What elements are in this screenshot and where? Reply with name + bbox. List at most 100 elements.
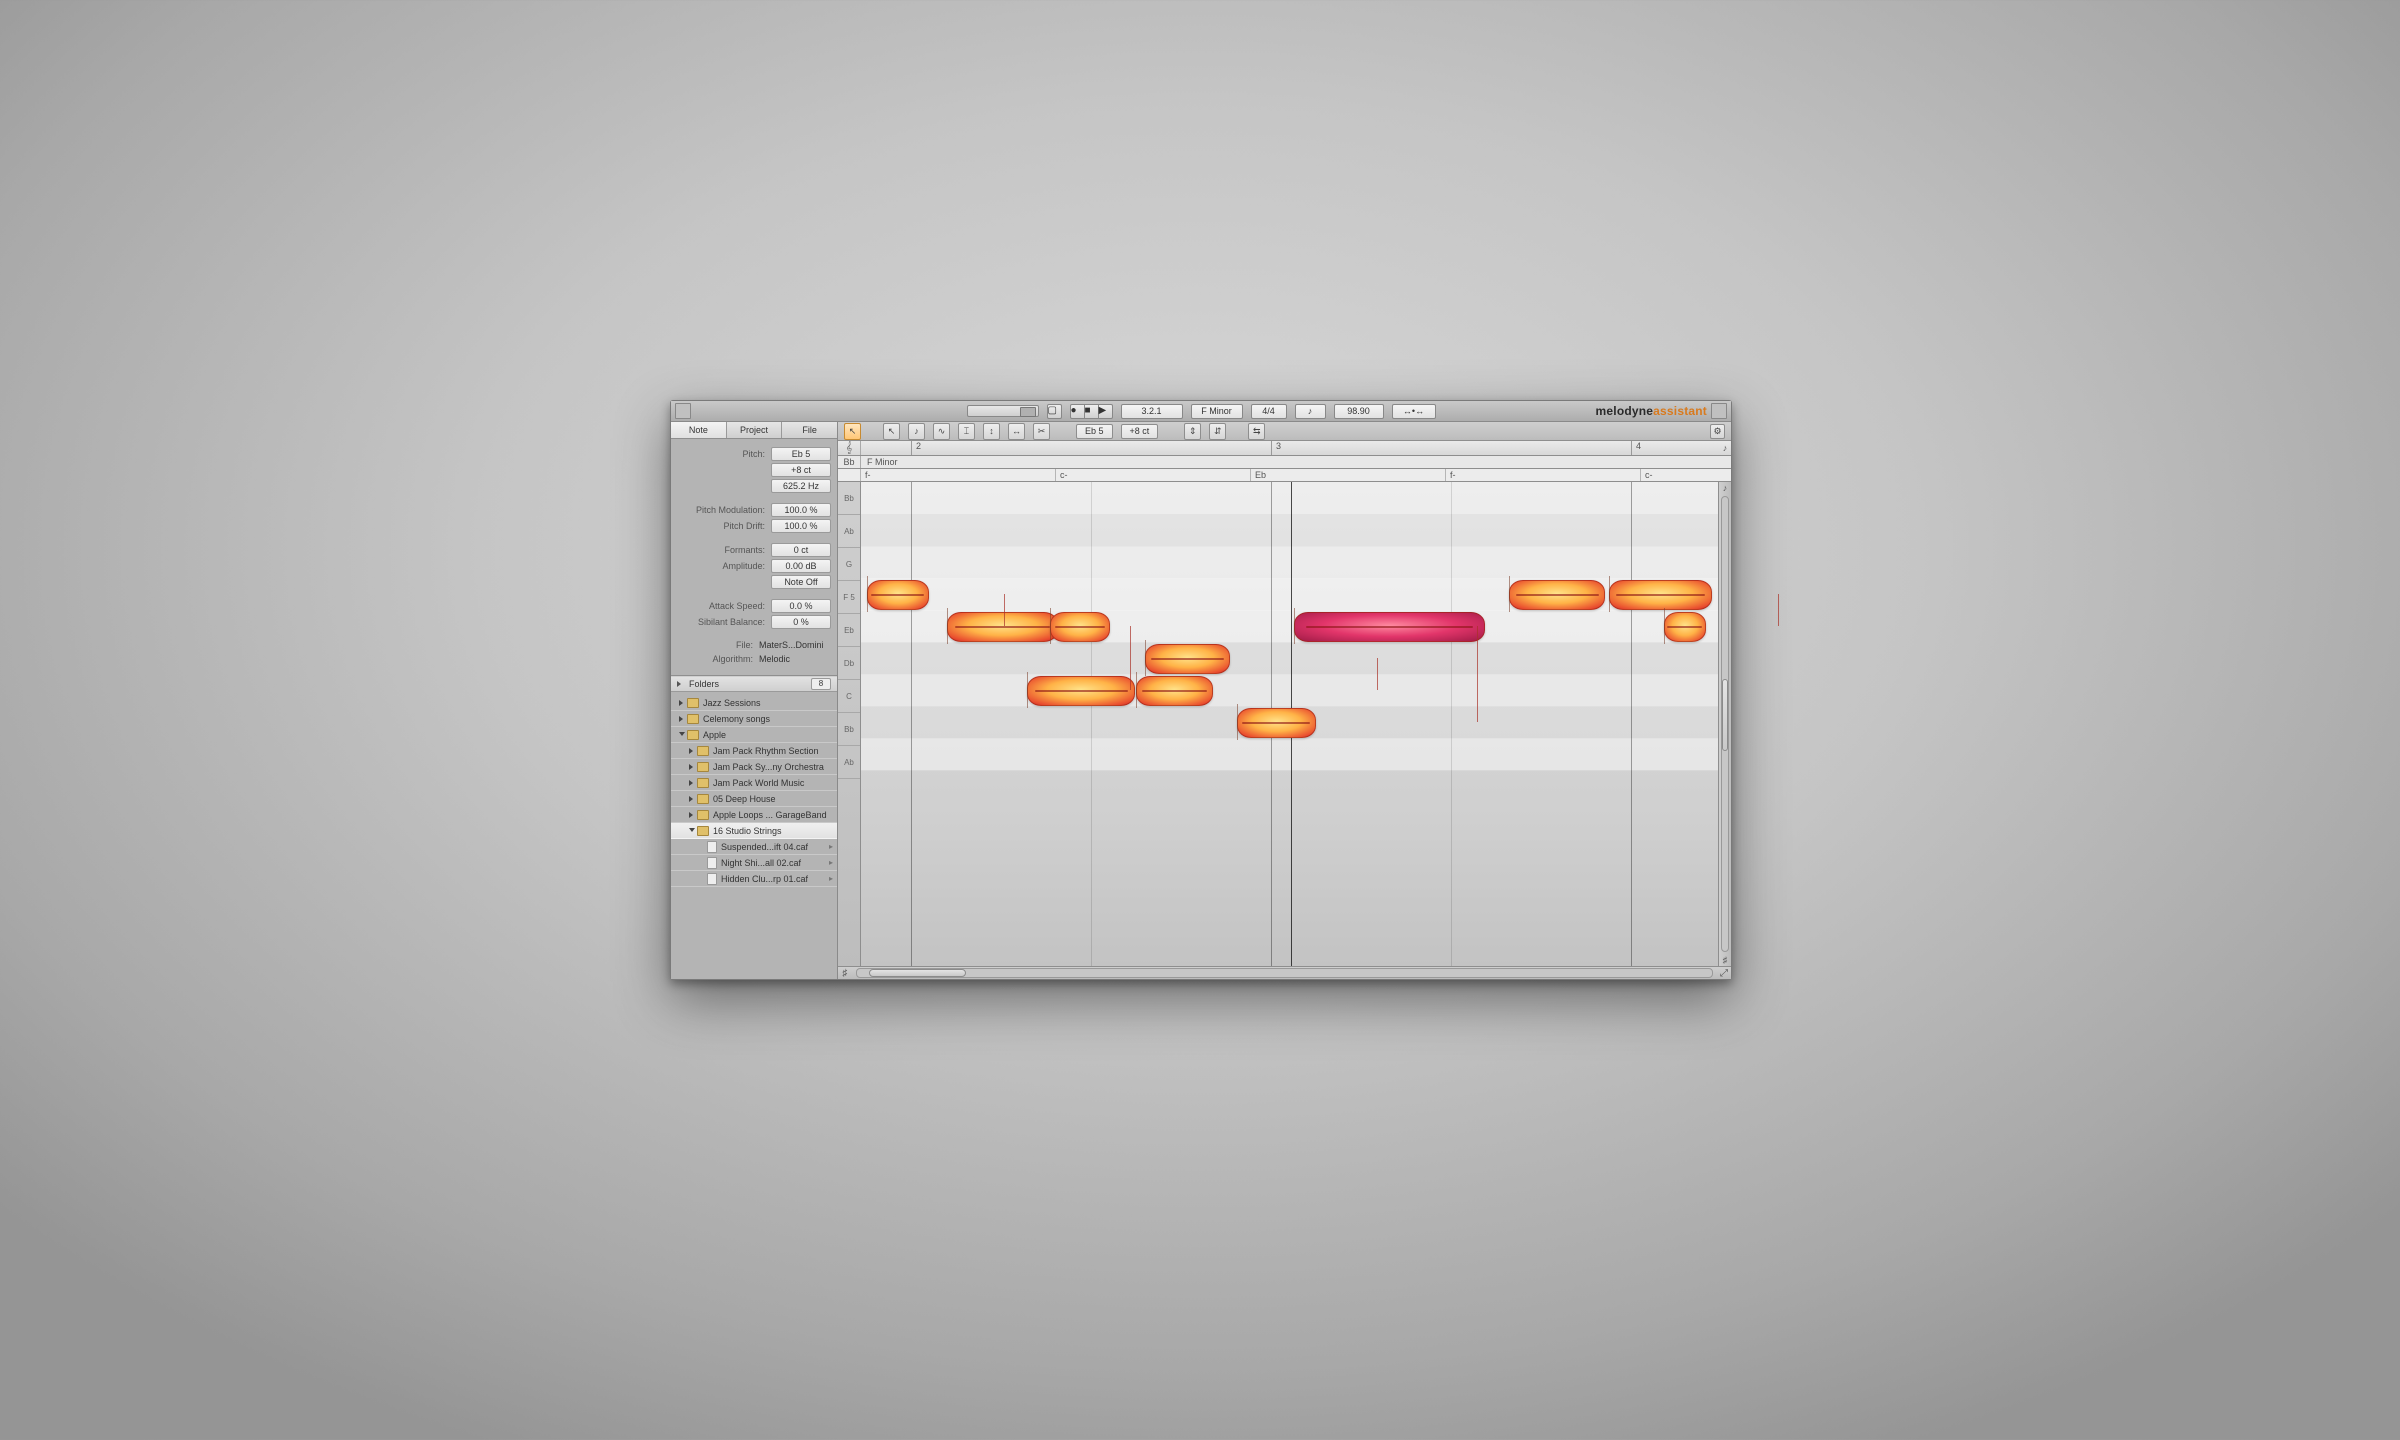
position-display[interactable]: 3.2.1 bbox=[1121, 404, 1183, 419]
horizontal-scrollbar[interactable]: ♯ ⤢ bbox=[838, 966, 1731, 979]
note-blob[interactable] bbox=[1664, 612, 1706, 642]
cents-readout[interactable]: +8 ct bbox=[1791, 882, 1829, 897]
disclosure-triangle-icon[interactable] bbox=[679, 716, 685, 722]
folder-row[interactable]: Celemony songs bbox=[671, 711, 837, 727]
stop-button[interactable]: ■ bbox=[1085, 404, 1099, 419]
correct-pitch-drift[interactable]: ⇵ bbox=[1209, 423, 1226, 440]
pitch-label[interactable]: Bb bbox=[838, 713, 860, 746]
note-blob[interactable] bbox=[1815, 646, 1900, 676]
file-row[interactable]: Night Shi...all 02.caf▸ bbox=[671, 855, 837, 871]
quantize-time[interactable]: ⇆ bbox=[1918, 881, 1935, 898]
formants-field[interactable]: 0 ct bbox=[771, 543, 831, 557]
timesig-display[interactable]: 4/4 bbox=[1251, 404, 1287, 419]
key-display[interactable]: F Minor bbox=[1191, 404, 1243, 419]
disclosure-triangle-icon[interactable] bbox=[699, 860, 705, 866]
pitch-tool[interactable]: ♪ bbox=[908, 423, 925, 440]
note-blob[interactable] bbox=[1609, 580, 1711, 610]
note-blob[interactable] bbox=[1136, 676, 1213, 706]
tab-note[interactable]: Note bbox=[671, 422, 727, 438]
note-readout[interactable]: Eb 5 bbox=[1746, 882, 1783, 897]
note-off-button[interactable]: Note Off bbox=[771, 575, 831, 589]
correct-pitch-center[interactable]: ⇕ bbox=[1854, 881, 1871, 898]
file-row[interactable]: Suspended...ift 04.caf▸ bbox=[671, 839, 837, 855]
chord-ruler[interactable]: f-c-Ebf-c- bbox=[838, 469, 1731, 482]
correct-pitch-center[interactable]: ⇕ bbox=[1184, 423, 1201, 440]
folder-row[interactable]: Jam Pack Sy...ny Orchestra bbox=[671, 759, 837, 775]
stop-button[interactable]: ■ bbox=[1755, 902, 1769, 917]
disclosure-triangle-icon[interactable] bbox=[689, 796, 695, 802]
attack-field[interactable]: 0.0 % bbox=[771, 599, 831, 613]
pitch-hz-field[interactable]: 625.2 Hz bbox=[771, 479, 831, 493]
vscroll-thumb[interactable] bbox=[2392, 569, 2398, 641]
folder-row[interactable]: Apple bbox=[671, 727, 837, 743]
note-blob[interactable] bbox=[1145, 644, 1230, 674]
chord-cell[interactable]: c- bbox=[1640, 469, 1653, 481]
pitch-label[interactable]: Db bbox=[838, 647, 860, 680]
disclosure-triangle-icon[interactable] bbox=[689, 748, 695, 754]
note-blob[interactable] bbox=[1050, 612, 1109, 642]
folder-row[interactable]: 16 Studio Strings bbox=[671, 823, 837, 839]
disclosure-triangle-icon[interactable] bbox=[689, 764, 695, 770]
quantize-time[interactable]: ⇆ bbox=[1248, 423, 1265, 440]
tempo-display[interactable]: 98.90 bbox=[1334, 404, 1384, 419]
file-row[interactable]: Hidden Clu...rp 01.caf▸ bbox=[671, 871, 837, 887]
main-tool[interactable]: ↖ bbox=[844, 423, 861, 440]
chord-cell[interactable]: Eb bbox=[1920, 839, 1936, 851]
chord-cell[interactable]: Eb bbox=[1250, 469, 1266, 481]
amplitude-tool[interactable]: ↕ bbox=[983, 423, 1000, 440]
pitch-mod-field[interactable]: 100.0 % bbox=[771, 503, 831, 517]
chord-cell[interactable]: f- bbox=[2115, 839, 2126, 851]
right-panel-toggle[interactable] bbox=[1711, 403, 1727, 419]
note-blob[interactable] bbox=[1294, 612, 1485, 642]
key-display[interactable]: F Minor bbox=[1861, 902, 1913, 917]
settings-button[interactable]: ⚙ bbox=[1710, 424, 1725, 439]
tuning-button[interactable]: ♪ bbox=[1965, 902, 1996, 917]
autoscroll-button[interactable]: ↔•↔ bbox=[2062, 902, 2106, 917]
key-ruler[interactable]: Bb F Minor bbox=[838, 456, 1731, 469]
folder-row[interactable]: 05 Deep House bbox=[671, 791, 837, 807]
horizontal-scrollbar[interactable]: ♯ ⤢ bbox=[1508, 341, 2400, 354]
right-panel-toggle[interactable] bbox=[2381, 901, 2397, 917]
disclosure-triangle-icon[interactable] bbox=[699, 844, 705, 850]
note-blob[interactable] bbox=[947, 612, 1058, 642]
vertical-scrollbar[interactable]: ♪ ♯ bbox=[2388, 354, 2400, 838]
tab-project[interactable]: Project bbox=[727, 422, 783, 438]
timing-tool[interactable]: ↔ bbox=[1008, 423, 1025, 440]
bar-ruler[interactable]: 𝄞 234 ♪ bbox=[838, 441, 1731, 456]
left-panel-toggle[interactable] bbox=[675, 403, 691, 419]
position-display[interactable]: 3.2.1 bbox=[1791, 902, 1853, 917]
disclosure-triangle-icon[interactable] bbox=[689, 812, 695, 818]
pitch-drift-field[interactable]: 100.0 % bbox=[771, 519, 831, 533]
correct-pitch-drift[interactable]: ⇵ bbox=[1879, 881, 1896, 898]
amplitude-field[interactable]: 0.00 dB bbox=[771, 559, 831, 573]
note-blob[interactable] bbox=[2179, 710, 2276, 740]
tempo-display[interactable]: 98.90 bbox=[2004, 902, 2054, 917]
disclosure-triangle-icon[interactable] bbox=[689, 780, 695, 786]
chord-cell[interactable]: c- bbox=[1055, 469, 1068, 481]
note-blob[interactable] bbox=[1964, 678, 2155, 708]
hscroll-thumb[interactable] bbox=[1539, 343, 1636, 351]
disclosure-triangle-icon[interactable] bbox=[679, 732, 685, 738]
pitch-label[interactable]: Eb bbox=[838, 614, 860, 647]
play-button[interactable]: ▶ bbox=[1769, 902, 1783, 917]
browser-header[interactable]: Folders 8 bbox=[671, 677, 837, 692]
folder-row[interactable]: Jazz Sessions bbox=[671, 695, 837, 711]
note-blob[interactable] bbox=[1907, 582, 1986, 612]
folder-row[interactable]: Jam Pack World Music bbox=[671, 775, 837, 791]
folder-row[interactable]: Jam Pack Rhythm Section bbox=[671, 743, 837, 759]
pitch-label[interactable]: F 5 bbox=[838, 581, 860, 614]
chord-cell[interactable]: c- bbox=[2310, 839, 2323, 851]
note-blob[interactable] bbox=[1806, 614, 1883, 644]
vscroll-thumb[interactable] bbox=[1722, 679, 1728, 751]
disclosure-triangle-icon[interactable] bbox=[689, 828, 695, 834]
pitch-label[interactable]: G bbox=[838, 548, 860, 581]
note-blob[interactable] bbox=[1509, 580, 1606, 610]
note-blob[interactable] bbox=[2279, 710, 2381, 740]
separation-tool[interactable]: ✂ bbox=[1033, 423, 1050, 440]
pitch-label[interactable]: C bbox=[838, 680, 860, 713]
disclosure-triangle-icon[interactable] bbox=[699, 876, 705, 882]
pitch-cents-field[interactable]: +8 ct bbox=[771, 463, 831, 477]
autoscroll-button[interactable]: ↔•↔ bbox=[1392, 404, 1436, 419]
tuning-button[interactable]: ♪ bbox=[1295, 404, 1326, 419]
formant-tool[interactable]: ⌶ bbox=[958, 423, 975, 440]
